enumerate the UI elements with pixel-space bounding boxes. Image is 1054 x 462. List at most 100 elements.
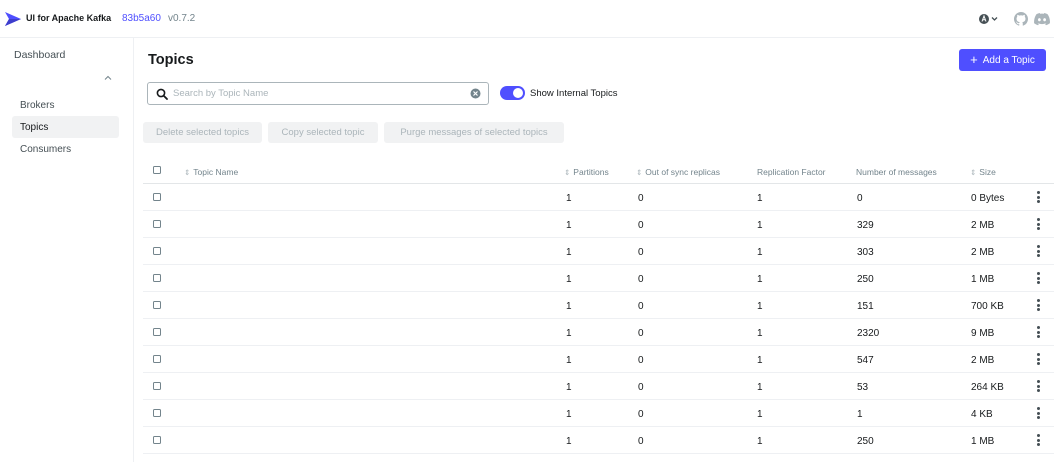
kebab-menu-icon[interactable]: [1036, 245, 1040, 258]
kebab-menu-icon[interactable]: [1036, 353, 1040, 366]
discord-icon[interactable]: [1034, 13, 1050, 26]
purge-messages-button[interactable]: Purge messages of selected topics: [384, 122, 564, 143]
row-checkbox[interactable]: [153, 409, 161, 417]
column-size[interactable]: ⇕ Size: [970, 167, 996, 177]
partitions-cell: 1: [566, 328, 572, 339]
messages-cell: 547: [857, 355, 874, 366]
replication-factor-cell: 1: [757, 193, 763, 204]
replication-factor-cell: 1: [757, 247, 763, 258]
size-cell: 0 Bytes: [971, 193, 1005, 204]
theme-icon: [979, 14, 998, 24]
kebab-menu-icon[interactable]: [1036, 326, 1040, 339]
kebab-menu-icon[interactable]: [1036, 191, 1040, 204]
search-input[interactable]: [173, 86, 463, 101]
table-row: 1 0 1 303 2 MB: [143, 238, 1054, 265]
column-partitions[interactable]: ⇕ Partitions: [564, 167, 609, 177]
show-internal-topics-label: Show Internal Topics: [530, 88, 618, 99]
partitions-cell: 1: [566, 382, 572, 393]
out-of-sync-cell: 0: [638, 328, 644, 339]
column-topic-name[interactable]: ⇕ Topic Name: [184, 167, 238, 177]
kafka-logo-icon[interactable]: [4, 10, 22, 28]
chevron-down-icon: [991, 17, 998, 21]
column-out-of-sync[interactable]: ⇕ Out of sync replicas: [636, 167, 720, 177]
column-replication-factor: Replication Factor: [757, 167, 826, 177]
column-label: Out of sync replicas: [645, 167, 720, 177]
row-checkbox[interactable]: [153, 436, 161, 444]
topics-table: ⇕ Topic Name ⇕ Partitions ⇕ Out of sync rep…: [143, 158, 1054, 454]
replication-factor-cell: 1: [757, 220, 763, 231]
table-row: 1 0 1 53 264 KB: [143, 373, 1054, 400]
add-topic-button[interactable]: + Add a Topic: [959, 49, 1046, 71]
sort-icon: ⇕: [636, 168, 643, 177]
partitions-cell: 1: [566, 436, 572, 447]
table-row: 1 0 1 329 2 MB: [143, 211, 1054, 238]
messages-cell: 1: [857, 409, 863, 420]
messages-cell: 250: [857, 436, 874, 447]
sidebar-item-topics[interactable]: Topics: [12, 116, 119, 138]
messages-cell: 329: [857, 220, 874, 231]
size-cell: 2 MB: [971, 247, 995, 258]
cluster-menu[interactable]: [10, 70, 120, 88]
github-icon[interactable]: [1014, 12, 1028, 26]
size-cell: 700 KB: [971, 301, 1004, 312]
table-header: ⇕ Topic Name ⇕ Partitions ⇕ Out of sync rep…: [143, 158, 1054, 184]
partitions-cell: 1: [566, 220, 572, 231]
sidebar-item-dashboard[interactable]: Dashboard: [14, 49, 65, 61]
row-checkbox[interactable]: [153, 328, 161, 336]
clear-icon[interactable]: [470, 88, 481, 99]
replication-factor-cell: 1: [757, 355, 763, 366]
replication-factor-cell: 1: [757, 274, 763, 285]
messages-cell: 0: [857, 193, 863, 204]
out-of-sync-cell: 0: [638, 436, 644, 447]
select-all-checkbox[interactable]: [153, 166, 161, 174]
table-row: 1 0 1 151 700 KB: [143, 292, 1054, 319]
out-of-sync-cell: 0: [638, 355, 644, 366]
delete-selected-topics-button[interactable]: Delete selected topics: [143, 122, 262, 143]
top-navbar: UI for Apache Kafka 83b5a60 v0.7.2: [0, 0, 1054, 38]
row-checkbox[interactable]: [153, 220, 161, 228]
kebab-menu-icon[interactable]: [1036, 434, 1040, 447]
messages-cell: 303: [857, 247, 874, 258]
replication-factor-cell: 1: [757, 301, 763, 312]
search-icon: [156, 88, 168, 100]
replication-factor-cell: 1: [757, 328, 763, 339]
table-row: 1 0 1 0 0 Bytes: [143, 184, 1054, 211]
copy-selected-topic-button[interactable]: Copy selected topic: [268, 122, 378, 143]
row-checkbox[interactable]: [153, 382, 161, 390]
table-row: 1 0 1 547 2 MB: [143, 346, 1054, 373]
size-cell: 2 MB: [971, 355, 995, 366]
partitions-cell: 1: [566, 355, 572, 366]
kebab-menu-icon[interactable]: [1036, 272, 1040, 285]
search-box: [147, 82, 489, 105]
row-checkbox[interactable]: [153, 274, 161, 282]
kebab-menu-icon[interactable]: [1036, 299, 1040, 312]
kebab-menu-icon[interactable]: [1036, 407, 1040, 420]
partitions-cell: 1: [566, 193, 572, 204]
sort-icon: ⇕: [970, 168, 977, 177]
theme-switcher[interactable]: [978, 13, 1000, 25]
row-checkbox[interactable]: [153, 355, 161, 363]
sidebar: Dashboard Brokers Topics Consumers: [0, 38, 134, 462]
out-of-sync-cell: 0: [638, 274, 644, 285]
column-label: Size: [979, 167, 996, 177]
column-label: Topic Name: [193, 167, 239, 177]
table-row: 1 0 1 250 1 MB: [143, 265, 1054, 292]
size-cell: 4 KB: [971, 409, 993, 420]
row-checkbox[interactable]: [153, 193, 161, 201]
kebab-menu-icon[interactable]: [1036, 380, 1040, 393]
out-of-sync-cell: 0: [638, 382, 644, 393]
kebab-menu-icon[interactable]: [1036, 218, 1040, 231]
out-of-sync-cell: 0: [638, 220, 644, 231]
sidebar-item-brokers[interactable]: Brokers: [12, 94, 119, 116]
app-title[interactable]: UI for Apache Kafka: [26, 13, 111, 23]
sidebar-item-consumers[interactable]: Consumers: [12, 138, 119, 160]
column-number-of-messages: Number of messages: [856, 167, 937, 177]
plus-icon: +: [970, 52, 978, 67]
row-checkbox[interactable]: [153, 301, 161, 309]
table-row: 1 0 1 2320 9 MB: [143, 319, 1054, 346]
size-cell: 9 MB: [971, 328, 995, 339]
partitions-cell: 1: [566, 301, 572, 312]
version-hash-link[interactable]: 83b5a60: [122, 13, 161, 24]
show-internal-topics-toggle[interactable]: [500, 86, 525, 100]
row-checkbox[interactable]: [153, 247, 161, 255]
